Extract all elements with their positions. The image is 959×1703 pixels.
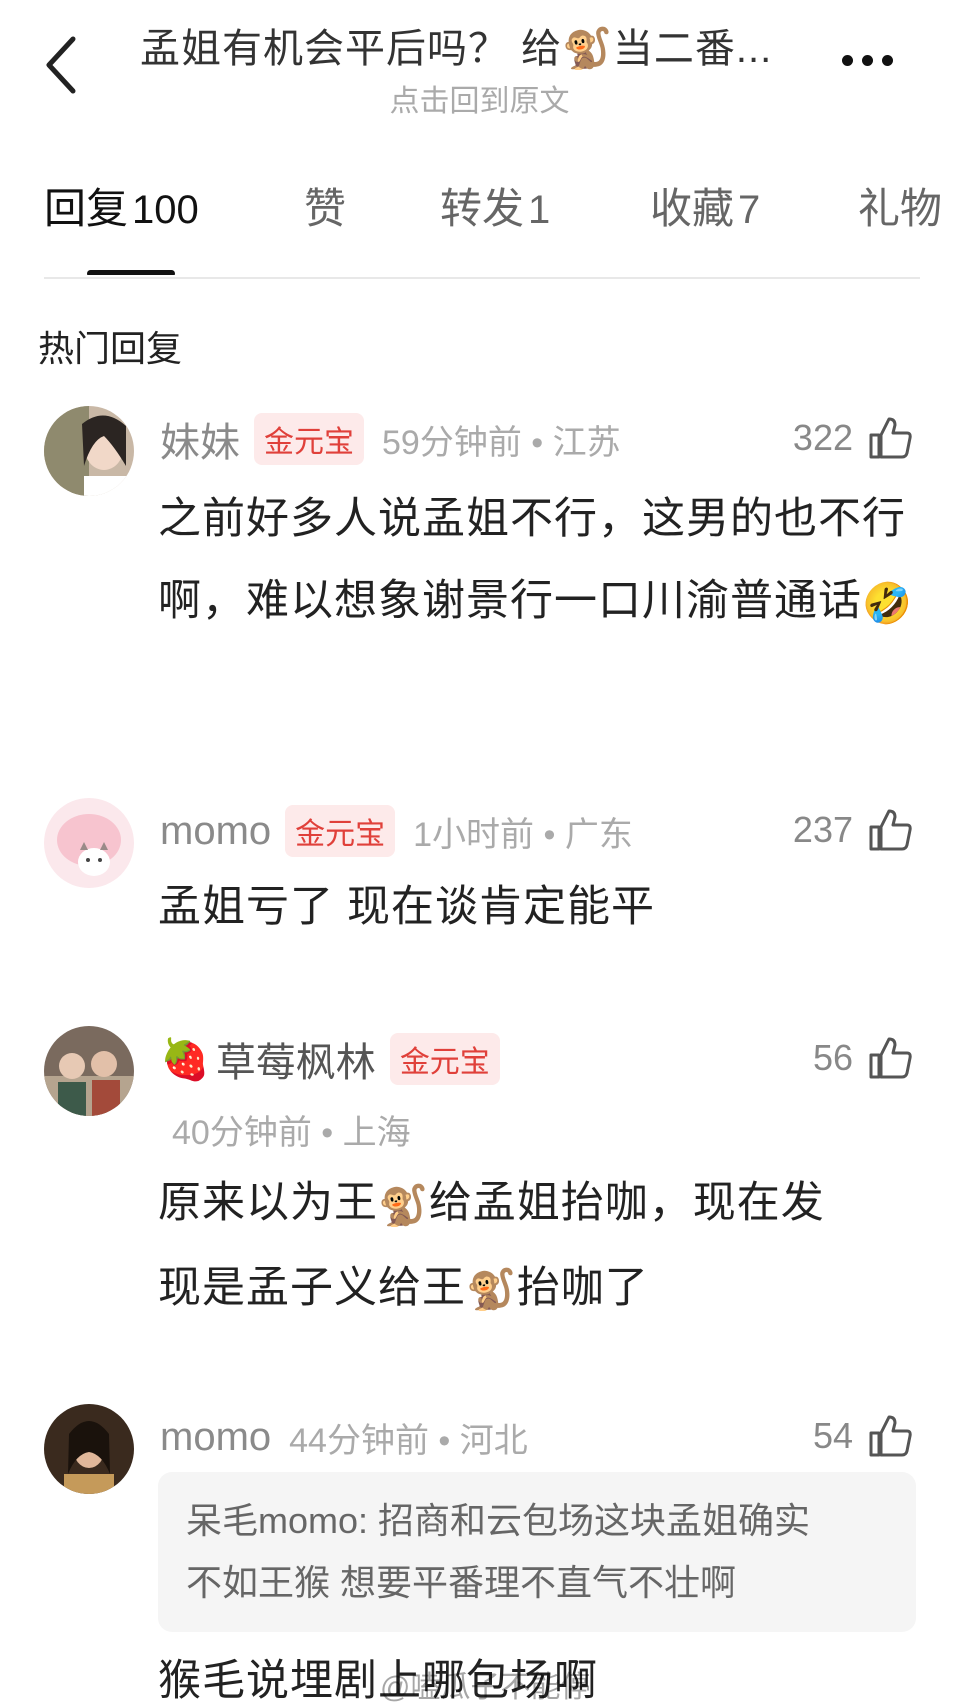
like-count: 237 xyxy=(792,809,853,850)
comment-text-part: 原来以为王 xyxy=(158,1179,378,1227)
divider xyxy=(44,277,920,279)
section-title: 热门回复 xyxy=(38,328,183,369)
avatar[interactable] xyxy=(44,798,134,888)
avatar[interactable] xyxy=(44,1026,134,1116)
like-button[interactable]: 56 xyxy=(813,1030,913,1086)
thumbs-up-icon xyxy=(869,809,912,851)
rofl-emoji: 🤣 xyxy=(862,581,913,626)
thumbs-up-icon xyxy=(869,417,912,459)
like-count: 322 xyxy=(792,417,853,458)
comment-text-part: 现是孟子义给王 xyxy=(158,1263,466,1312)
tab-label: 回复 xyxy=(44,185,129,232)
thumbs-up-icon xyxy=(869,1037,912,1079)
avatar[interactable] xyxy=(44,1404,134,1494)
tab-favorites[interactable]: 收藏 7 xyxy=(650,175,760,236)
tab-likes[interactable]: 赞 xyxy=(304,175,346,236)
like-count: 54 xyxy=(812,1415,853,1456)
quoted-reply-line: 不如王猴 想要平番理不直气不壮啊 xyxy=(186,1562,737,1603)
more-options-button[interactable] xyxy=(832,40,902,80)
quoted-reply-line: 呆毛momo: 招商和云包场这块孟姐确实 xyxy=(186,1500,811,1541)
status-badge: 金元宝 xyxy=(285,805,396,857)
watermark: @嗑瓜子不能停 xyxy=(380,1671,591,1703)
tab-label: 转发 xyxy=(440,185,525,232)
thumbs-up-icon xyxy=(869,1415,912,1457)
like-count: 56 xyxy=(812,1037,853,1078)
comment-line: 原来以为王🐒给孟姐抬咖，现在发 xyxy=(158,1162,918,1247)
monkey-emoji: 🐒 xyxy=(466,1268,517,1313)
username[interactable]: 草莓枫林 xyxy=(216,1030,376,1088)
monkey-emoji: 🐒 xyxy=(378,1183,429,1228)
tab-bar: 回复 100 赞 转发 1 收藏 7 礼物 xyxy=(0,175,959,275)
active-tab-indicator xyxy=(87,270,175,275)
username[interactable]: momo xyxy=(160,809,271,854)
avatar-illustration xyxy=(44,798,134,888)
avatar-photo xyxy=(44,1404,134,1494)
avatar[interactable] xyxy=(44,406,134,496)
quoted-reply[interactable]: 呆毛momo: 招商和云包场这块孟姐确实 不如王猴 想要平番理不直气不壮啊 xyxy=(158,1472,916,1632)
like-button[interactable]: 237 xyxy=(793,802,913,858)
status-badge: 金元宝 xyxy=(389,1033,500,1085)
avatar-photo xyxy=(44,1026,134,1116)
tab-count: 7 xyxy=(738,188,761,232)
more-dot-icon xyxy=(841,54,853,66)
back-to-original-link[interactable]: 点击回到原文 xyxy=(0,76,959,120)
like-button[interactable]: 54 xyxy=(813,1408,913,1464)
comment-text-part: 抬咖了 xyxy=(516,1263,649,1312)
tab-count: 100 xyxy=(132,188,199,232)
comment-time-location: 44分钟前 • 河北 xyxy=(289,1421,528,1460)
comment-line: 现是孟子义给王🐒抬咖了 xyxy=(158,1247,918,1332)
tab-label: 赞 xyxy=(304,185,347,232)
comment-time-location: 40分钟前 • 上海 xyxy=(172,1113,411,1152)
username[interactable]: 妹妹 xyxy=(160,410,240,468)
comment-text: 之前好多人说孟姐不行，这男的也不行啊，难以想象谢景行一口川渝普通话🤣 xyxy=(158,478,918,645)
tab-count: 1 xyxy=(528,188,551,232)
tab-label: 礼物 xyxy=(858,185,943,232)
avatar-photo xyxy=(44,406,134,496)
comment-time-location: 59分钟前 • 江苏 xyxy=(382,423,621,462)
comment-text-content: 之前好多人说孟姐不行，这男的也不行啊，难以想象谢景行一口川渝普通话 xyxy=(158,495,906,625)
comment-text: 孟姐亏了 现在谈肯定能平 xyxy=(158,883,655,931)
tab-reposts[interactable]: 转发 1 xyxy=(440,175,550,236)
top-bar: 孟姐有机会平后吗？ 给🐒当二番... 点击回到原文 xyxy=(0,0,959,150)
username[interactable]: momo xyxy=(160,1415,271,1460)
status-badge: 金元宝 xyxy=(254,413,364,465)
tab-label: 收藏 xyxy=(650,185,735,232)
comment-text: 原来以为王🐒给孟姐抬咖，现在发 现是孟子义给王🐒抬咖了 xyxy=(158,1162,918,1331)
like-button[interactable]: 322 xyxy=(793,410,913,466)
tab-gifts[interactable]: 礼物 xyxy=(858,175,942,236)
tab-replies[interactable]: 回复 100 xyxy=(44,175,199,236)
page-title[interactable]: 孟姐有机会平后吗？ 给🐒当二番... xyxy=(140,16,820,74)
more-dot-icon xyxy=(861,54,873,66)
more-dot-icon xyxy=(881,54,893,66)
comment-text-part: 给孟姐抬咖，现在发 xyxy=(428,1179,825,1227)
strawberry-emoji: 🍓 xyxy=(160,1037,210,1082)
comment-time-location: 1小时前 • 广东 xyxy=(413,815,633,854)
